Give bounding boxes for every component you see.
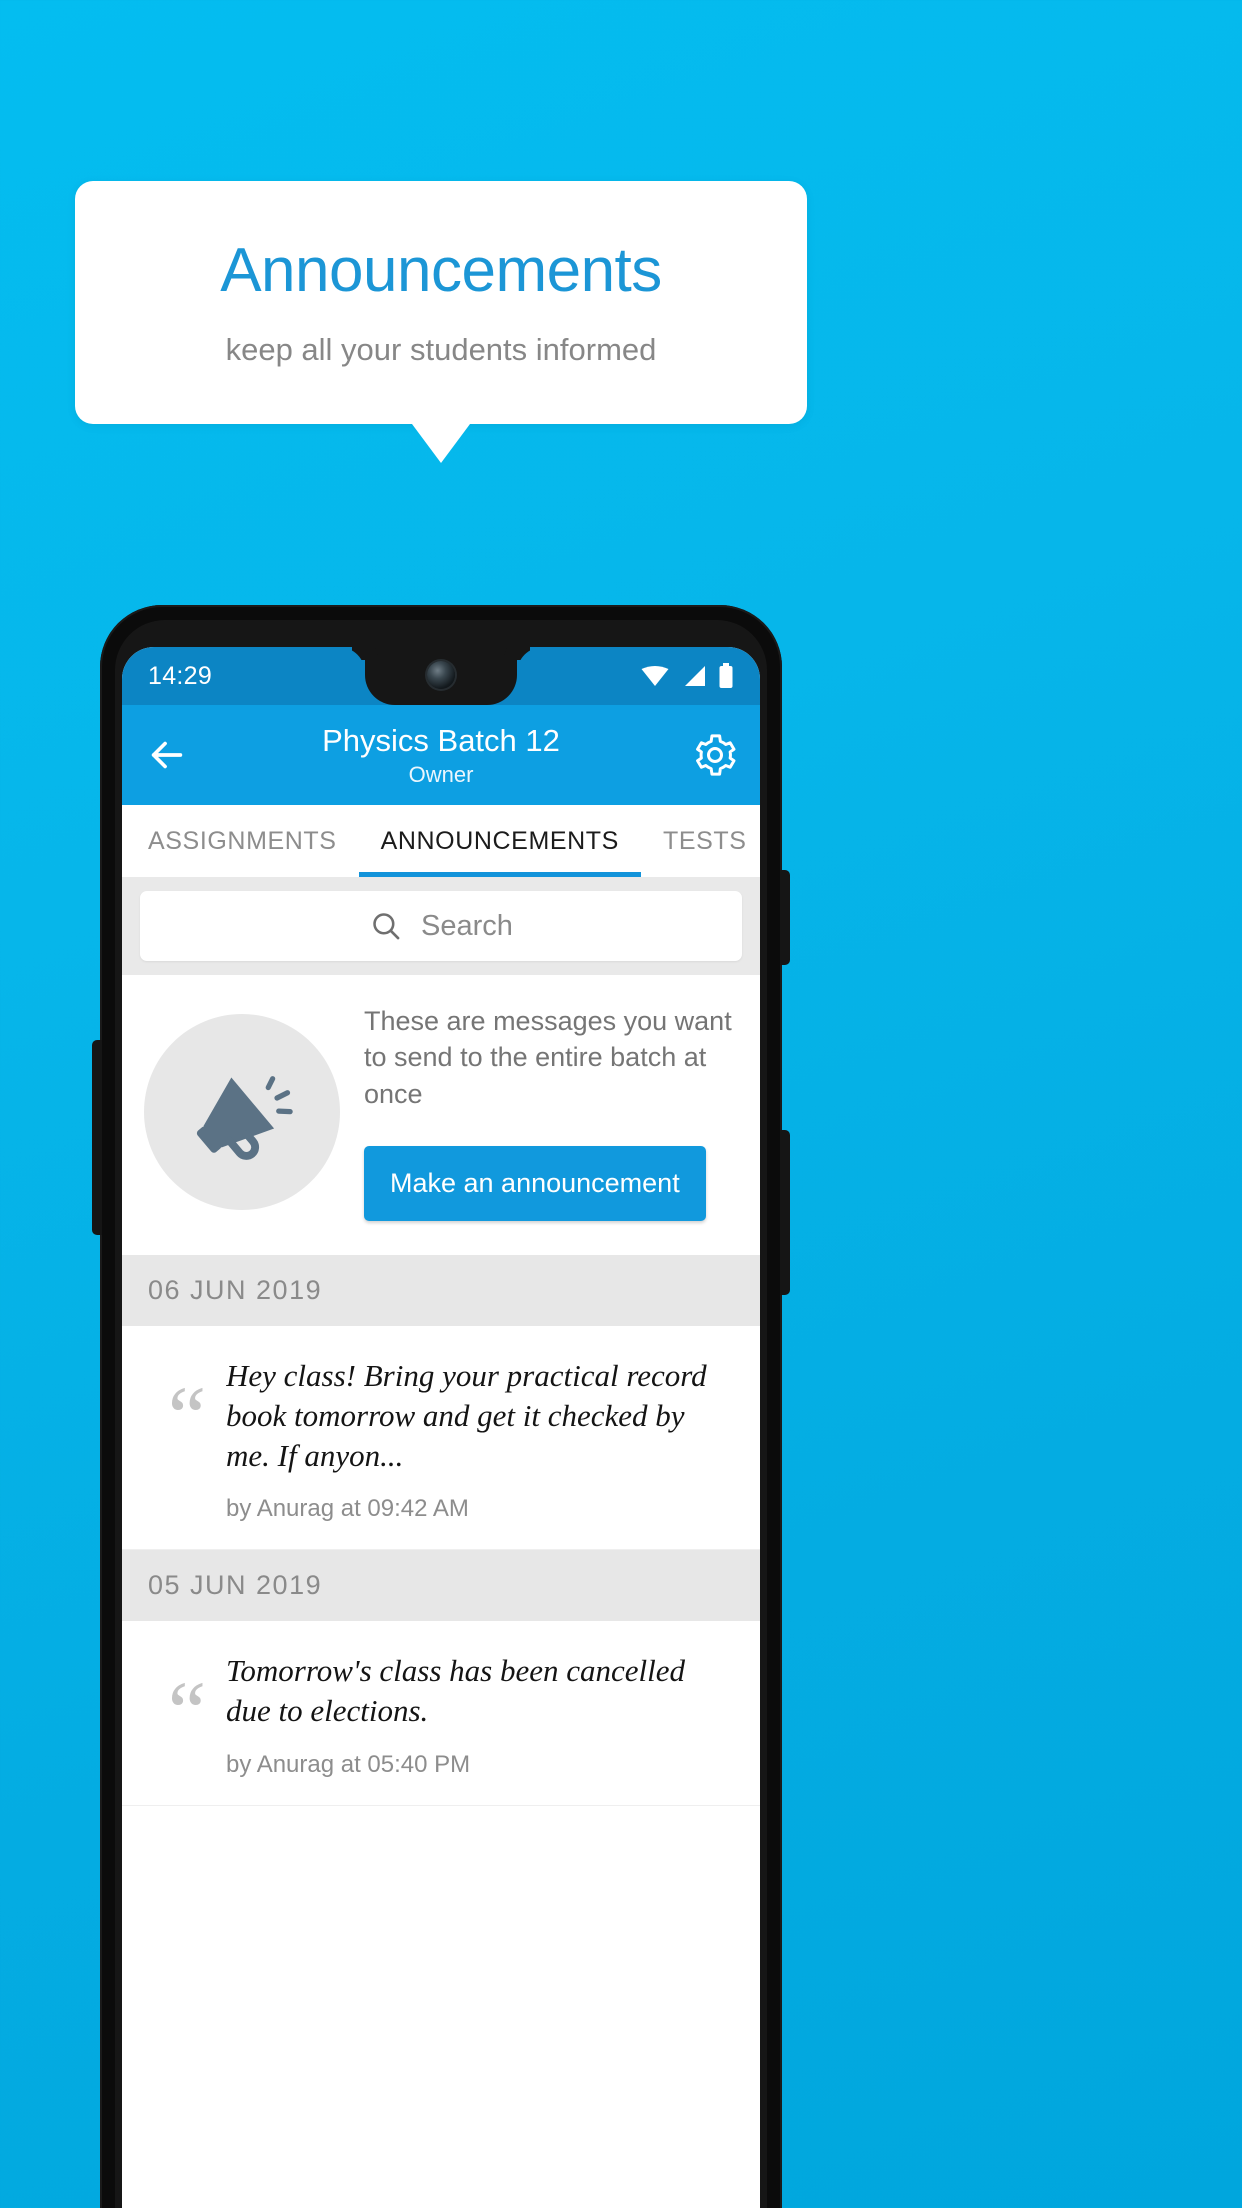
phone-mockup: 14:29 Physics Batch 12 Owner ASSIGNMENTS…	[92, 605, 790, 2208]
promo-banner-title: Announcements	[220, 236, 662, 305]
megaphone-icon	[196, 1076, 293, 1160]
tab-tests[interactable]: TESTS	[641, 805, 760, 877]
announcement-item[interactable]: “ Hey class! Bring your practical record…	[122, 1326, 760, 1551]
promo-banner-card: Announcements keep all your students inf…	[75, 181, 807, 424]
tab-announcements[interactable]: ANNOUNCEMENTS	[358, 805, 642, 877]
promo-banner-subtitle: keep all your students informed	[225, 332, 657, 367]
front-camera-icon	[427, 661, 455, 689]
app-bar-titles: Physics Batch 12 Owner	[122, 705, 760, 805]
make-announcement-promo: These are messages you want to send to t…	[122, 975, 760, 1256]
search-input[interactable]: Search	[140, 891, 742, 961]
promo-content: These are messages you want to send to t…	[364, 1003, 738, 1222]
gear-icon[interactable]	[692, 732, 738, 778]
phone-notch	[365, 647, 517, 705]
announcement-body: Tomorrow's class has been cancelled due …	[226, 1651, 734, 1778]
status-bar-clock: 14:29	[148, 661, 213, 690]
announcement-body: Hey class! Bring your practical record b…	[226, 1356, 734, 1523]
announcement-meta: by Anurag at 05:40 PM	[226, 1750, 471, 1778]
tab-bar: ASSIGNMENTS ANNOUNCEMENTS TESTS Y	[122, 805, 760, 877]
date-header: 06 JUN 2019	[122, 1255, 760, 1327]
signal-icon	[685, 666, 705, 686]
page-subtitle: Owner	[408, 762, 474, 788]
wifi-icon	[641, 666, 669, 686]
announcement-meta: by Anurag at 09:42 AM	[226, 1495, 469, 1523]
date-header: 05 JUN 2019	[122, 1550, 760, 1622]
promo-banner: Announcements keep all your students inf…	[75, 181, 807, 463]
phone-power-button	[780, 870, 790, 965]
announcement-item[interactable]: “ Tomorrow's class has been cancelled du…	[122, 1621, 760, 1806]
quote-icon: “	[167, 1368, 207, 1465]
search-placeholder: Search	[421, 909, 513, 942]
status-bar-icons	[640, 663, 734, 689]
megaphone-icon-container	[144, 1014, 340, 1211]
search-bar-container: Search	[122, 877, 760, 975]
promo-description: These are messages you want to send to t…	[364, 1006, 732, 1109]
make-announcement-button[interactable]: Make an announcement	[364, 1146, 706, 1222]
phone-volume-button	[780, 1130, 790, 1295]
promo-banner-tail	[412, 424, 470, 463]
phone-screen: 14:29 Physics Batch 12 Owner ASSIGNMENTS…	[122, 647, 760, 2208]
search-icon	[373, 913, 400, 940]
phone-assistant-button	[92, 1040, 102, 1235]
tab-assignments[interactable]: ASSIGNMENTS	[122, 805, 359, 877]
page-title: Physics Batch 12	[322, 722, 560, 758]
app-bar: Physics Batch 12 Owner	[122, 705, 760, 805]
announcement-text: Hey class! Bring your practical record b…	[226, 1358, 707, 1473]
quote-icon: “	[167, 1663, 207, 1760]
battery-icon	[719, 663, 733, 688]
announcement-text: Tomorrow's class has been cancelled due …	[226, 1653, 685, 1728]
back-arrow-icon[interactable]	[144, 732, 190, 778]
